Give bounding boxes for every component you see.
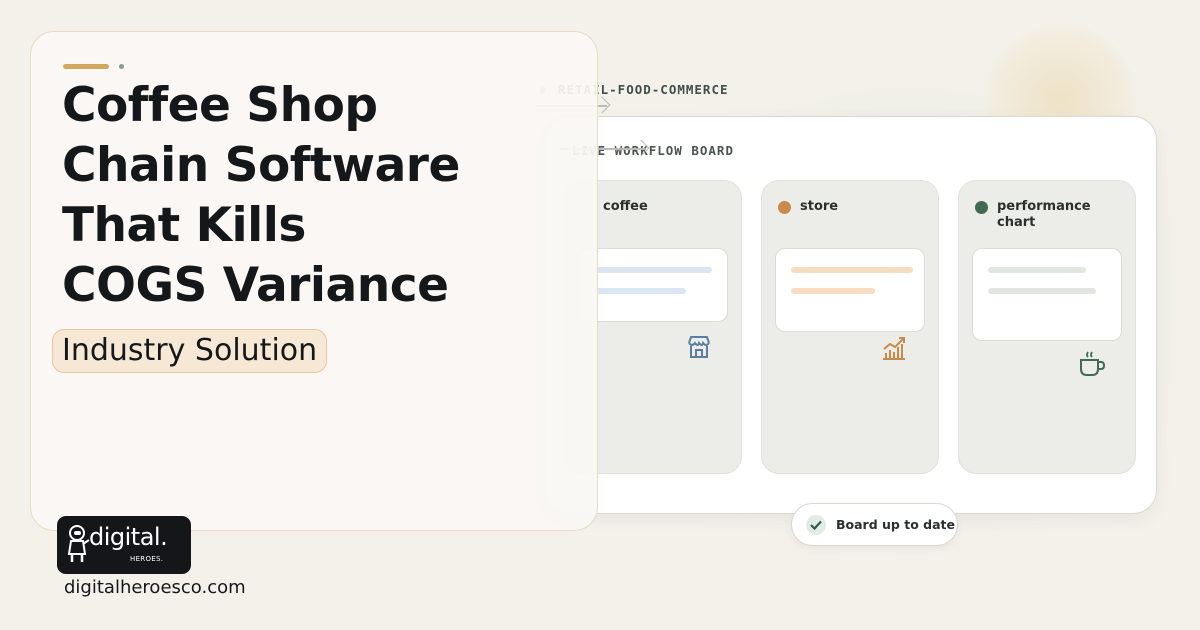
headline-line: COGS Variance (62, 258, 449, 313)
headline-line: Chain Software (62, 138, 460, 193)
board-column-store[interactable]: store (761, 180, 939, 474)
column-title: coffee (603, 199, 648, 214)
store-icon (688, 336, 710, 358)
task-line (791, 267, 913, 273)
logo-wordmark: digital. (89, 523, 168, 551)
headline-line: That Kills (62, 198, 306, 253)
board-column-performance-chart[interactable]: performance chart (958, 180, 1136, 474)
task-line (594, 288, 686, 294)
accent-dot (119, 64, 124, 69)
brand-logo[interactable]: digital. HEROES. (57, 516, 191, 574)
column-status-dot (778, 201, 791, 214)
column-title: performance chart (997, 199, 1091, 230)
check-icon (806, 515, 826, 535)
accent-line (63, 64, 109, 69)
task-card[interactable] (972, 248, 1122, 341)
coffee-cup-icon (1080, 351, 1106, 376)
board-status-pill: Board up to date (791, 503, 958, 546)
chart-icon (883, 337, 905, 360)
astronaut-icon (67, 525, 90, 562)
column-status-dot (975, 201, 988, 214)
page-title: Coffee Shop Chain Software That Kills CO… (62, 76, 582, 316)
column-title: store (800, 199, 839, 214)
task-line (791, 288, 875, 294)
headline-line: Coffee Shop (62, 78, 378, 133)
task-line (988, 267, 1086, 273)
task-line (988, 288, 1096, 294)
task-card[interactable] (578, 248, 728, 322)
industry-tag: Industry Solution (52, 329, 328, 373)
task-card[interactable] (775, 248, 925, 332)
site-url[interactable]: digitalheroesco.com (64, 577, 246, 598)
status-text: Board up to date (836, 517, 955, 532)
logo-subtitle: HEROES. (130, 555, 164, 563)
task-line (594, 267, 712, 273)
